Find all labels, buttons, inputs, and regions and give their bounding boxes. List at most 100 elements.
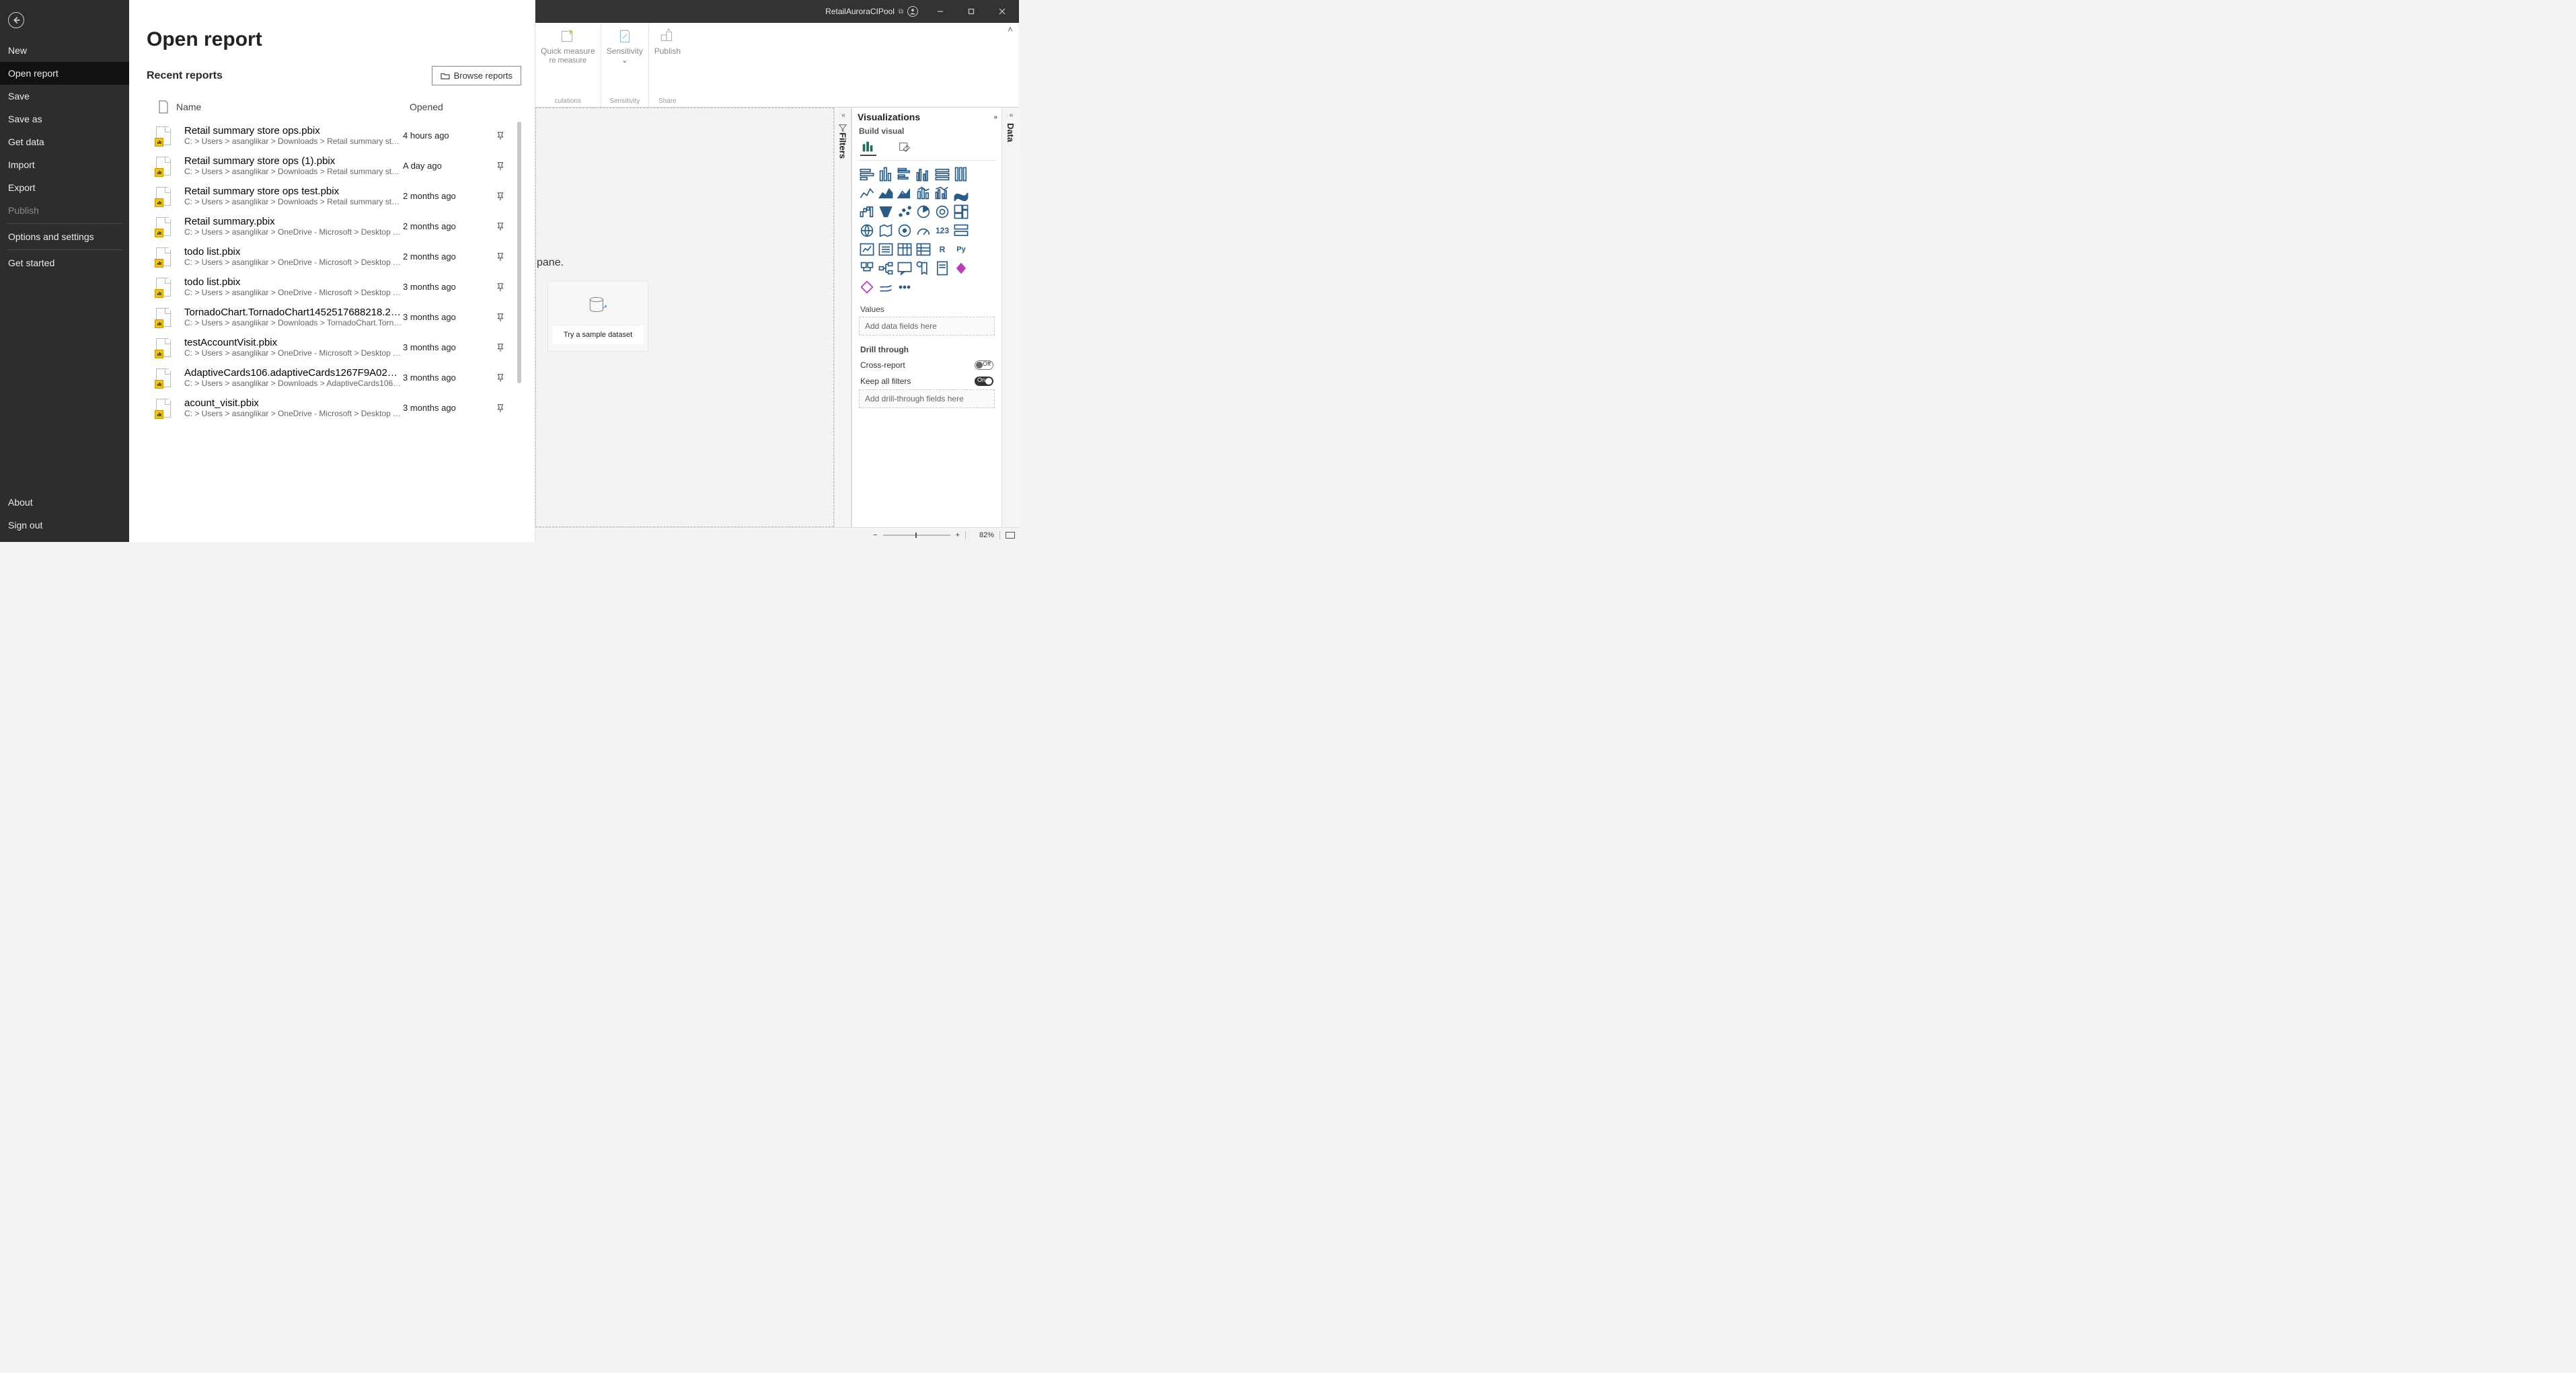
viz-filled-map-icon[interactable] — [878, 223, 894, 239]
zoom-in-button[interactable]: + — [956, 531, 960, 539]
viz-100-stacked-column-icon[interactable] — [953, 166, 969, 182]
tab-format-visual[interactable] — [897, 140, 913, 156]
file-menu-item-save-as[interactable]: Save as — [0, 108, 129, 130]
viz-slicer-icon[interactable] — [878, 241, 894, 258]
try-sample-dataset-card[interactable]: Try a sample dataset — [547, 281, 648, 352]
zoom-out-button[interactable]: − — [873, 531, 877, 539]
file-menu-item-get-started[interactable]: Get started — [0, 251, 129, 274]
tab-build-visual[interactable] — [860, 140, 876, 156]
viz-scatter-icon[interactable] — [897, 204, 913, 220]
viz-power-apps-icon[interactable] — [953, 260, 969, 276]
viz-100-stacked-bar-icon[interactable] — [934, 166, 950, 182]
pin-button[interactable] — [490, 161, 510, 171]
viz-area-icon[interactable] — [878, 185, 894, 201]
viz-decomposition-tree-icon[interactable] — [878, 260, 894, 276]
viz-r-visual-icon[interactable]: R — [934, 241, 950, 258]
publish-icon[interactable] — [658, 27, 677, 46]
browse-reports-button[interactable]: Browse reports — [432, 66, 521, 85]
sensitivity-icon[interactable] — [615, 27, 634, 46]
pin-button[interactable] — [490, 343, 510, 352]
account-display[interactable]: RetailAuroraCIPool ⧉ — [825, 6, 918, 17]
viz-python-visual-icon[interactable]: Py — [953, 241, 969, 258]
viz-key-influencers-icon[interactable] — [859, 260, 875, 276]
window-close-button[interactable] — [987, 0, 1018, 23]
viz-power-automate-icon[interactable] — [859, 279, 875, 295]
viz-stacked-area-icon[interactable] — [897, 185, 913, 201]
chevron-right-double-icon[interactable]: » — [993, 114, 996, 121]
pin-button[interactable] — [490, 192, 510, 201]
viz-arcgis-icon[interactable] — [878, 279, 894, 295]
recent-report-row[interactable]: todo list.pbixC: > Users > asanglikar > … — [147, 272, 515, 302]
zoom-slider[interactable] — [883, 535, 950, 536]
viz-pie-icon[interactable] — [915, 204, 932, 220]
file-menu-item-export[interactable]: Export — [0, 176, 129, 199]
recent-report-row[interactable]: TornadoChart.TornadoChart1452517688218.2… — [147, 302, 515, 332]
pin-button[interactable] — [490, 313, 510, 322]
file-menu-item-new[interactable]: New — [0, 39, 129, 62]
viz-matrix-icon[interactable] — [915, 241, 932, 258]
window-maximize-button[interactable] — [956, 0, 987, 23]
filters-pane-collapsed[interactable]: « Filters — [834, 108, 851, 527]
viz-ribbon-icon[interactable] — [953, 185, 969, 201]
quick-measure-icon[interactable] — [558, 27, 577, 46]
viz-clustered-bar-icon[interactable] — [897, 166, 913, 182]
file-menu-item-get-data[interactable]: Get data — [0, 130, 129, 153]
viz-gauge-icon[interactable] — [915, 223, 932, 239]
viz-kpi-icon[interactable] — [859, 241, 875, 258]
viz-map-icon[interactable] — [859, 223, 875, 239]
recent-report-row[interactable]: Retail summary.pbixC: > Users > asanglik… — [147, 211, 515, 241]
file-about[interactable]: About — [0, 491, 129, 514]
viz-multi-row-card-icon[interactable] — [953, 223, 969, 239]
recent-report-name: todo list.pbix — [184, 276, 403, 288]
file-menu-item-save[interactable]: Save — [0, 85, 129, 108]
pin-button[interactable] — [490, 373, 510, 383]
recent-report-row[interactable]: Retail summary store ops (1).pbixC: > Us… — [147, 151, 515, 181]
viz-funnel-icon[interactable] — [878, 204, 894, 220]
viz-qa-icon[interactable] — [897, 260, 913, 276]
keep-all-filters-toggle[interactable]: On — [975, 377, 993, 386]
fit-to-page-button[interactable] — [1006, 532, 1015, 539]
pin-button[interactable] — [490, 252, 510, 262]
viz-line-clustered-column-icon[interactable] — [934, 185, 950, 201]
drill-through-field-well[interactable]: Add drill-through fields here — [859, 389, 995, 408]
viz-azure-map-icon[interactable] — [897, 223, 913, 239]
file-menu-item-options-and-settings[interactable]: Options and settings — [0, 225, 129, 248]
viz-clustered-column-icon[interactable] — [915, 166, 932, 182]
pin-button[interactable] — [490, 131, 510, 141]
viz-line-icon[interactable] — [859, 185, 875, 201]
back-button[interactable] — [8, 12, 24, 28]
file-menu-item-import[interactable]: Import — [0, 153, 129, 176]
recent-report-row[interactable]: todo list.pbixC: > Users > asanglikar > … — [147, 241, 515, 272]
viz-card-icon[interactable]: 123 — [934, 223, 950, 239]
recent-report-row[interactable]: Retail summary store ops.pbixC: > Users … — [147, 120, 515, 151]
ribbon-collapse-button[interactable]: ˄ — [1004, 23, 1016, 35]
column-opened-header[interactable]: Opened — [410, 102, 497, 112]
viz-more-icon[interactable] — [897, 279, 913, 295]
viz-stacked-bar-icon[interactable] — [859, 166, 875, 182]
cross-report-toggle[interactable]: Off — [975, 360, 993, 370]
recent-report-row[interactable]: AdaptiveCards106.adaptiveCards1267F9A029… — [147, 362, 515, 393]
recent-list-scrollbar[interactable] — [516, 120, 521, 483]
report-canvas[interactable]: pane. Try a sample dataset — [535, 108, 834, 527]
recent-report-row[interactable]: testAccountVisit.pbixC: > Users > asangl… — [147, 332, 515, 362]
viz-donut-icon[interactable] — [934, 204, 950, 220]
recent-report-row[interactable]: acount_visit.pbixC: > Users > asanglikar… — [147, 393, 515, 423]
viz-smart-narrative-icon[interactable] — [915, 260, 932, 276]
window-minimize-button[interactable] — [925, 0, 956, 23]
viz-treemap-icon[interactable] — [953, 204, 969, 220]
pin-button[interactable] — [490, 403, 510, 413]
values-field-well[interactable]: Add data fields here — [859, 317, 995, 336]
viz-paginated-report-icon[interactable] — [934, 260, 950, 276]
pin-button[interactable] — [490, 282, 510, 292]
zoom-value: 82% — [971, 531, 994, 539]
recent-report-row[interactable]: Retail summary store ops test.pbixC: > U… — [147, 181, 515, 211]
viz-stacked-column-icon[interactable] — [878, 166, 894, 182]
viz-line-stacked-column-icon[interactable] — [915, 185, 932, 201]
file-sign-out[interactable]: Sign out — [0, 514, 129, 537]
viz-waterfall-icon[interactable] — [859, 204, 875, 220]
column-name-header[interactable]: Name — [176, 102, 410, 112]
data-pane-collapsed[interactable]: « Data — [1001, 108, 1019, 527]
viz-table-icon[interactable] — [897, 241, 913, 258]
file-menu-item-open-report[interactable]: Open report — [0, 62, 129, 85]
pin-button[interactable] — [490, 222, 510, 231]
